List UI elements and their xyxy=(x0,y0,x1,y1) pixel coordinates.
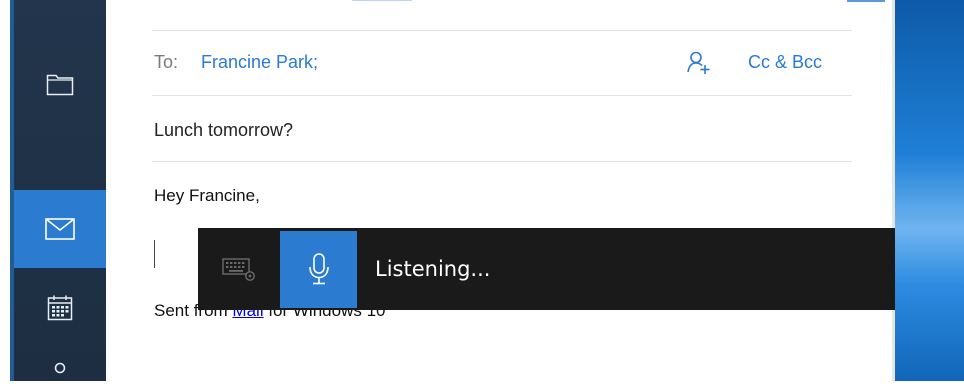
keyboard-settings-icon xyxy=(222,258,255,281)
nav-rail xyxy=(14,0,106,381)
from-underline-remnant xyxy=(847,0,885,2)
desktop-background xyxy=(895,0,964,381)
nav-people-button[interactable] xyxy=(14,358,106,388)
calendar-icon xyxy=(47,295,73,321)
microphone-button[interactable] xyxy=(280,230,357,308)
body-greeting[interactable]: Hey Francine, xyxy=(154,186,260,206)
dictation-toolbar: Listening... xyxy=(198,228,895,310)
dictation-status: Listening... xyxy=(375,257,491,281)
from-row-remnant xyxy=(152,0,885,4)
microphone-icon xyxy=(308,253,329,285)
nav-folders-button[interactable] xyxy=(14,56,106,112)
subject-field[interactable]: Lunch tomorrow? xyxy=(154,120,293,141)
to-label: To: xyxy=(154,52,179,72)
divider xyxy=(152,161,852,162)
add-person-icon xyxy=(687,51,710,74)
add-contact-button[interactable] xyxy=(686,50,712,81)
divider xyxy=(152,95,852,96)
people-icon xyxy=(54,362,66,374)
divider xyxy=(152,30,852,31)
text-caret xyxy=(154,240,155,268)
window-left-edge xyxy=(0,0,10,381)
compose-pane: To: Francine Park; Cc & Bcc Lunch tomorr… xyxy=(106,0,892,381)
from-text-remnant xyxy=(352,0,412,1)
mail-icon xyxy=(45,218,75,240)
nav-mail-button[interactable] xyxy=(14,190,106,268)
folder-icon xyxy=(46,74,74,96)
nav-calendar-button[interactable] xyxy=(14,280,106,336)
cc-bcc-button[interactable]: Cc & Bcc xyxy=(748,52,822,73)
to-recipient[interactable]: Francine Park; xyxy=(201,52,318,73)
keyboard-settings-button[interactable] xyxy=(198,228,280,310)
